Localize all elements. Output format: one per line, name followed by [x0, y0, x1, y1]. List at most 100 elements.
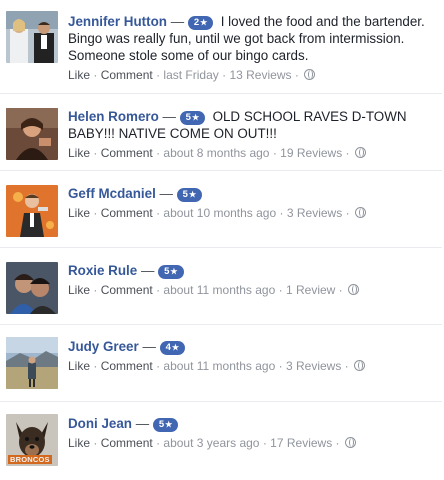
rating-badge: 4★	[159, 341, 186, 355]
timestamp[interactable]: about 3 years ago	[163, 436, 259, 450]
dash: —	[159, 186, 173, 201]
meta-dot: ·	[279, 206, 284, 220]
avatar[interactable]	[6, 262, 58, 314]
rating-value: 5	[158, 419, 165, 430]
comment-link[interactable]: Comment	[101, 436, 153, 450]
review-meta: Like · Comment · about 11 months ago · 1…	[68, 282, 436, 299]
dash: —	[135, 416, 150, 431]
comment-link[interactable]: Comment	[101, 206, 153, 220]
reviews-feed: Jennifer Hutton — 2★ I loved the food an…	[0, 0, 444, 480]
rating-value: 5	[164, 266, 170, 277]
rating-badge: 2★	[187, 16, 214, 30]
meta-dot: ·	[93, 436, 98, 450]
avatar[interactable]	[6, 11, 58, 63]
globe-icon	[304, 69, 316, 80]
meta-dot: ·	[294, 68, 299, 82]
star-icon: ★	[200, 18, 208, 27]
meta-dot: ·	[345, 146, 350, 160]
dash: —	[140, 263, 155, 278]
star-icon: ★	[165, 420, 173, 429]
meta-dot: ·	[156, 206, 161, 220]
meta-dot: ·	[338, 283, 343, 297]
reviewer-name[interactable]: Helen Romero	[68, 109, 159, 124]
timestamp[interactable]: last Friday	[163, 68, 218, 82]
meta-dot: ·	[156, 436, 161, 450]
reviewer-name[interactable]: Judy Greer	[68, 339, 139, 354]
rating-badge: 5★	[176, 188, 203, 202]
meta-dot: ·	[93, 359, 98, 373]
meta-dot: ·	[262, 436, 267, 450]
rating-value: 5	[182, 189, 188, 200]
meta-dot: ·	[93, 283, 98, 297]
meta-dot: ·	[93, 206, 98, 220]
meta-dot: ·	[156, 359, 161, 373]
dash: —	[142, 339, 156, 354]
reviews-count[interactable]: 17 Reviews	[270, 436, 332, 450]
review-item: Judy Greer — 4★ Like · Comment · about 1…	[0, 325, 442, 402]
timestamp[interactable]: about 11 months ago	[163, 359, 275, 373]
meta-dot: ·	[93, 68, 98, 82]
reviews-count[interactable]: 13 Reviews	[229, 68, 291, 82]
comment-link[interactable]: Comment	[101, 283, 153, 297]
avatar-caption: BRONCOS	[8, 455, 52, 464]
avatar[interactable]	[6, 337, 58, 389]
like-link[interactable]: Like	[68, 359, 90, 373]
like-link[interactable]: Like	[68, 146, 90, 160]
review-item: BRONCOS Doni Jean — 5★ Like · Comment · …	[0, 402, 442, 480]
like-link[interactable]: Like	[68, 436, 90, 450]
reviewer-name[interactable]: Geff Mcdaniel	[68, 186, 156, 201]
dash: —	[170, 14, 185, 29]
review-item: Roxie Rule — 5★ Like · Comment · about 1…	[0, 248, 442, 325]
globe-icon	[348, 284, 360, 295]
avatar[interactable]: BRONCOS	[6, 414, 58, 466]
globe-icon	[344, 437, 356, 448]
meta-dot: ·	[278, 283, 283, 297]
reviewer-name[interactable]: Roxie Rule	[68, 263, 137, 278]
comment-link[interactable]: Comment	[101, 359, 153, 373]
star-icon: ★	[188, 190, 197, 199]
meta-dot: ·	[156, 283, 161, 297]
comment-link[interactable]: Comment	[101, 68, 153, 82]
reviews-count[interactable]: 19 Reviews	[280, 146, 342, 160]
review-meta: Like · Comment · about 11 months ago · 3…	[68, 358, 436, 375]
rating-value: 4	[165, 342, 171, 353]
timestamp[interactable]: about 8 months ago	[163, 146, 269, 160]
reviews-count[interactable]: 3 Reviews	[286, 359, 341, 373]
reviews-count[interactable]: 3 Reviews	[287, 206, 342, 220]
rating-badge: 5★	[158, 265, 184, 279]
meta-dot: ·	[344, 359, 349, 373]
like-link[interactable]: Like	[68, 68, 90, 82]
timestamp[interactable]: about 11 months ago	[163, 283, 275, 297]
star-icon: ★	[191, 113, 200, 122]
review-meta: Like · Comment · about 3 years ago · 17 …	[68, 435, 436, 452]
meta-dot: ·	[278, 359, 283, 373]
rating-value: 5	[185, 112, 191, 123]
reviewer-name[interactable]: Doni Jean	[68, 416, 132, 431]
meta-dot: ·	[222, 68, 227, 82]
meta-dot: ·	[335, 436, 340, 450]
timestamp[interactable]: about 10 months ago	[163, 206, 276, 220]
globe-icon	[354, 360, 366, 371]
review-meta: Like · Comment · about 8 months ago · 19…	[68, 145, 436, 162]
meta-dot: ·	[345, 206, 350, 220]
meta-dot: ·	[272, 146, 277, 160]
review-item: Helen Romero — 5★ OLD SCHOOL RAVES D-TOW…	[0, 94, 442, 171]
avatar[interactable]	[6, 185, 58, 237]
star-icon: ★	[170, 267, 178, 276]
reviewer-name[interactable]: Jennifer Hutton	[68, 14, 167, 29]
meta-dot: ·	[93, 146, 98, 160]
globe-icon	[354, 207, 366, 218]
meta-dot: ·	[156, 68, 161, 82]
comment-link[interactable]: Comment	[101, 146, 153, 160]
dash: —	[162, 109, 176, 124]
star-icon: ★	[171, 343, 180, 352]
like-link[interactable]: Like	[68, 206, 90, 220]
like-link[interactable]: Like	[68, 283, 90, 297]
reviews-count[interactable]: 1 Review	[286, 283, 335, 297]
avatar[interactable]	[6, 108, 58, 160]
review-meta: Like · Comment · last Friday · 13 Review…	[68, 67, 436, 84]
review-item: Jennifer Hutton — 2★ I loved the food an…	[0, 0, 442, 94]
review-item: Geff Mcdaniel — 5★ Like · Comment · abou…	[0, 171, 442, 248]
globe-icon	[354, 147, 366, 158]
rating-value: 2	[193, 17, 200, 28]
